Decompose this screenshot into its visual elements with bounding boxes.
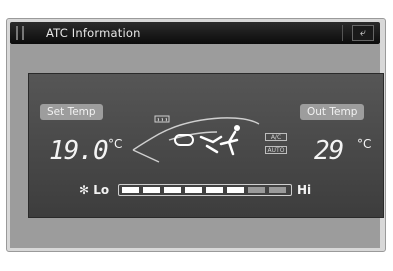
- window-title: ATC Information: [46, 26, 141, 40]
- fan-speed-bar: [118, 184, 292, 196]
- defrost-icon: [154, 115, 170, 123]
- car-airflow-diagram: [132, 115, 260, 163]
- out-temp-label: Out Temp: [300, 104, 365, 120]
- title-bar: ATC Information ⤶: [10, 22, 380, 44]
- auto-badge: AUTO: [265, 146, 287, 154]
- car-silhouette: [132, 117, 260, 163]
- fan-speed-segment: [143, 187, 160, 193]
- out-temp-unit: °C: [357, 137, 372, 151]
- fan-speed-segment: [269, 187, 286, 193]
- fan-speed-row: ✻ Lo: [79, 183, 109, 197]
- set-temp-unit: °C: [108, 137, 123, 151]
- out-temp-value: 29: [314, 136, 344, 166]
- grip-icon: [16, 26, 24, 40]
- face-airflow-icon: [199, 125, 240, 156]
- fan-speed-segment: [164, 187, 181, 193]
- fan-lo-label: Lo: [93, 183, 110, 197]
- fan-icon: ✻: [79, 183, 90, 197]
- fan-speed-segment: [248, 187, 265, 193]
- fan-speed-segment: [185, 187, 202, 193]
- fan-speed-segment: [227, 187, 244, 193]
- return-icon: ⤶: [359, 26, 367, 39]
- back-button[interactable]: ⤶: [352, 25, 374, 41]
- ac-badge: A/C: [265, 133, 287, 141]
- set-temp-value: 19.0: [49, 136, 109, 166]
- fan-hi-label: Hi: [297, 183, 312, 197]
- set-temp-label: Set Temp: [40, 104, 103, 120]
- fan-speed-segment: [122, 187, 139, 193]
- fan-speed-segment: [206, 187, 223, 193]
- title-divider: [342, 25, 343, 41]
